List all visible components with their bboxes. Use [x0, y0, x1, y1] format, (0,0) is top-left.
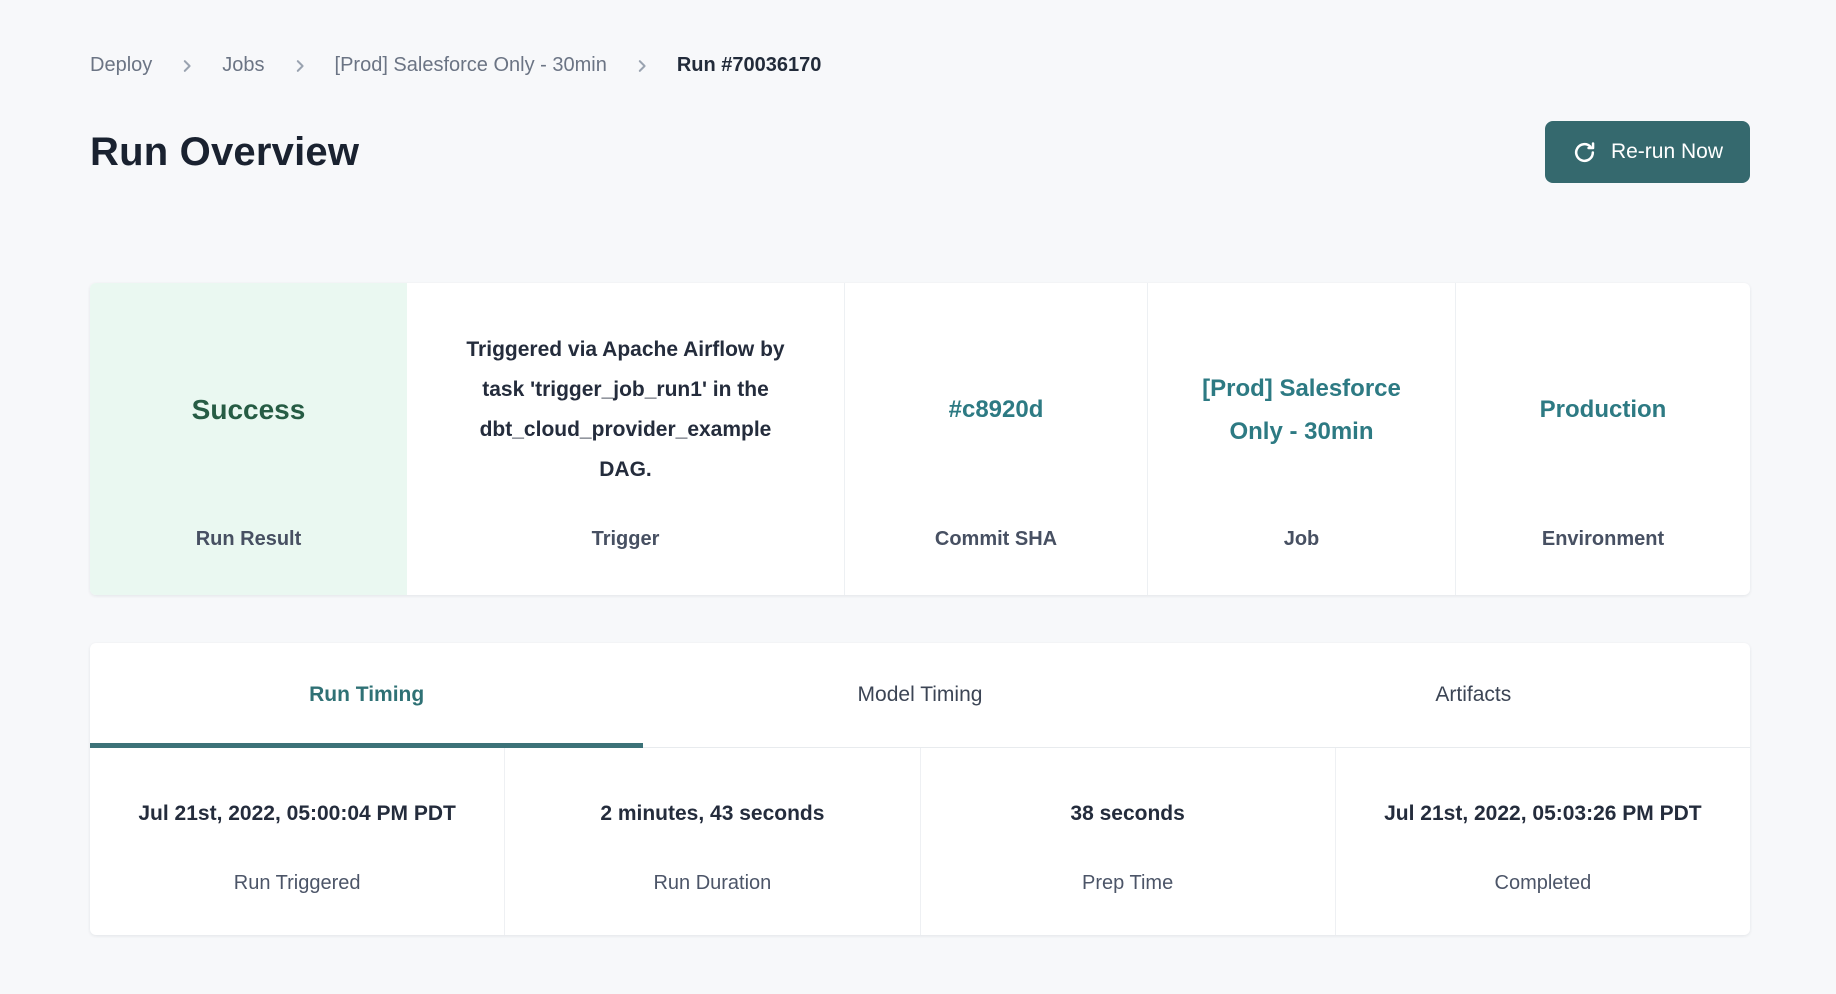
run-timing-stats: Jul 21st, 2022, 05:00:04 PM PDT Run Trig…: [90, 748, 1750, 935]
breadcrumb-item-jobs[interactable]: Jobs: [222, 54, 264, 77]
run-duration-value: 2 minutes, 43 seconds: [546, 796, 878, 872]
rerun-now-button-label: Re-run Now: [1611, 140, 1723, 164]
prep-time-label: Prep Time: [945, 872, 1311, 895]
chevron-right-icon: [291, 57, 309, 75]
timing-panel: Run Timing Model Timing Artifacts Jul 21…: [90, 643, 1750, 935]
run-duration-stat: 2 minutes, 43 seconds Run Duration: [504, 748, 919, 935]
trigger-value-wrap: Triggered via Apache Airflow by task 'tr…: [431, 283, 820, 528]
page-title: Run Overview: [90, 130, 359, 175]
prep-time-value: 38 seconds: [962, 796, 1294, 872]
completed-stat: Jul 21st, 2022, 05:03:26 PM PDT Complete…: [1335, 748, 1750, 935]
chevron-right-icon: [633, 57, 651, 75]
chevron-right-icon: [178, 57, 196, 75]
run-triggered-value: Jul 21st, 2022, 05:00:04 PM PDT: [131, 796, 463, 872]
breadcrumb-item-run-number: Run #70036170: [677, 54, 822, 77]
trigger-value: Triggered via Apache Airflow by task 'tr…: [461, 330, 791, 490]
job-value-wrap: [Prod] Salesforce Only - 30min: [1172, 283, 1431, 528]
breadcrumb-item-job-name[interactable]: [Prod] Salesforce Only - 30min: [335, 54, 607, 77]
run-triggered-stat: Jul 21st, 2022, 05:00:04 PM PDT Run Trig…: [90, 748, 504, 935]
job-label: Job: [1172, 528, 1431, 595]
rerun-now-button[interactable]: Re-run Now: [1545, 121, 1750, 183]
run-result-label: Run Result: [114, 528, 383, 595]
environment-value-wrap: Production: [1480, 283, 1726, 528]
run-triggered-label: Run Triggered: [114, 872, 480, 895]
tab-bar: Run Timing Model Timing Artifacts: [90, 643, 1750, 748]
run-duration-label: Run Duration: [529, 872, 895, 895]
refresh-icon: [1572, 140, 1597, 165]
tab-artifacts[interactable]: Artifacts: [1197, 643, 1750, 747]
commit-sha-card: #c8920d Commit SHA: [845, 283, 1148, 595]
environment-label: Environment: [1480, 528, 1726, 595]
run-result-card: Success Run Result: [90, 283, 407, 595]
environment-card: Production Environment: [1456, 283, 1750, 595]
trigger-card: Triggered via Apache Airflow by task 'tr…: [407, 283, 845, 595]
page-header: Run Overview Re-run Now: [90, 121, 1750, 183]
commit-sha-label: Commit SHA: [869, 528, 1123, 595]
tab-run-timing[interactable]: Run Timing: [90, 643, 643, 747]
breadcrumb-item-deploy[interactable]: Deploy: [90, 54, 152, 77]
prep-time-stat: 38 seconds Prep Time: [920, 748, 1335, 935]
trigger-label: Trigger: [431, 528, 820, 595]
run-overview-page: Deploy Jobs [Prod] Salesforce Only - 30m…: [0, 0, 1836, 935]
breadcrumb: Deploy Jobs [Prod] Salesforce Only - 30m…: [90, 0, 1750, 77]
job-link[interactable]: [Prod] Salesforce Only - 30min: [1196, 367, 1408, 453]
commit-sha-value-wrap: #c8920d: [869, 283, 1123, 528]
tab-model-timing[interactable]: Model Timing: [643, 643, 1196, 747]
completed-value: Jul 21st, 2022, 05:03:26 PM PDT: [1377, 796, 1709, 872]
run-result-value-wrap: Success: [114, 283, 383, 528]
run-summary-cards: Success Run Result Triggered via Apache …: [90, 283, 1750, 595]
commit-sha-link[interactable]: #c8920d: [949, 388, 1044, 431]
completed-label: Completed: [1360, 872, 1726, 895]
run-result-value: Success: [192, 390, 306, 430]
job-card: [Prod] Salesforce Only - 30min Job: [1148, 283, 1456, 595]
environment-link[interactable]: Production: [1540, 388, 1667, 431]
